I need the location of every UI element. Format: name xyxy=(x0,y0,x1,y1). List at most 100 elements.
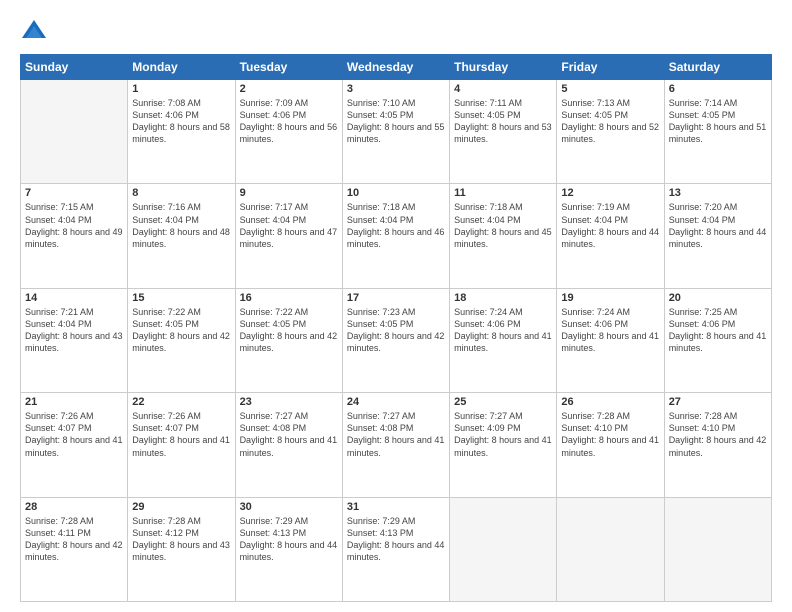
day-header-wednesday: Wednesday xyxy=(342,55,449,80)
day-number: 27 xyxy=(669,396,767,408)
day-number: 8 xyxy=(132,187,230,199)
calendar-cell: 6Sunrise: 7:14 AMSunset: 4:05 PMDaylight… xyxy=(664,80,771,184)
week-row-2: 14 Sunrise: 7:21 AMSunset: 4:04 PMDayligh… xyxy=(21,288,772,392)
calendar-cell: 4 Sunrise: 7:11 AMSunset: 4:05 PMDaylight… xyxy=(450,80,557,184)
cell-info: Sunrise: 7:26 AMSunset: 4:07 PMDaylight:… xyxy=(25,410,123,459)
cell-info: Sunrise: 7:15 AMSunset: 4:04 PMDaylight:… xyxy=(25,201,123,250)
calendar-cell: 1 Sunrise: 7:08 AMSunset: 4:06 PMDaylight… xyxy=(128,80,235,184)
calendar-cell: 15 Sunrise: 7:22 AMSunset: 4:05 PMDayligh… xyxy=(128,288,235,392)
cell-info: Sunrise: 7:27 AMSunset: 4:08 PMDaylight:… xyxy=(347,410,445,459)
calendar-cell: 28 Sunrise: 7:28 AMSunset: 4:11 PMDayligh… xyxy=(21,497,128,601)
calendar-cell xyxy=(21,80,128,184)
cell-info: Sunrise: 7:27 AMSunset: 4:09 PMDaylight:… xyxy=(454,410,552,459)
day-number: 19 xyxy=(561,292,659,304)
day-number: 4 xyxy=(454,83,552,95)
calendar-cell: 23 Sunrise: 7:27 AMSunset: 4:08 PMDayligh… xyxy=(235,393,342,497)
day-number: 10 xyxy=(347,187,445,199)
cell-info: Sunrise: 7:27 AMSunset: 4:08 PMDaylight:… xyxy=(240,410,338,459)
calendar-cell: 16 Sunrise: 7:22 AMSunset: 4:05 PMDayligh… xyxy=(235,288,342,392)
cell-info: Sunrise: 7:18 AMSunset: 4:04 PMDaylight:… xyxy=(454,201,552,250)
calendar-cell: 12 Sunrise: 7:19 AMSunset: 4:04 PMDayligh… xyxy=(557,184,664,288)
calendar-cell: 29Sunrise: 7:28 AMSunset: 4:12 PMDayligh… xyxy=(128,497,235,601)
day-number: 12 xyxy=(561,187,659,199)
calendar-cell: 18 Sunrise: 7:24 AMSunset: 4:06 PMDayligh… xyxy=(450,288,557,392)
calendar-cell: 31 Sunrise: 7:29 AMSunset: 4:13 PMDayligh… xyxy=(342,497,449,601)
cell-info: Sunrise: 7:08 AMSunset: 4:06 PMDaylight:… xyxy=(132,97,230,146)
cell-info: Sunrise: 7:24 AMSunset: 4:06 PMDaylight:… xyxy=(561,306,659,355)
calendar-cell: 2Sunrise: 7:09 AMSunset: 4:06 PMDaylight… xyxy=(235,80,342,184)
calendar-cell: 22 Sunrise: 7:26 AMSunset: 4:07 PMDayligh… xyxy=(128,393,235,497)
day-number: 29 xyxy=(132,501,230,513)
day-number: 11 xyxy=(454,187,552,199)
cell-info: Sunrise: 7:19 AMSunset: 4:04 PMDaylight:… xyxy=(561,201,659,250)
day-number: 20 xyxy=(669,292,767,304)
day-number: 13 xyxy=(669,187,767,199)
cell-info: Sunrise: 7:28 AMSunset: 4:11 PMDaylight:… xyxy=(25,515,123,564)
day-number: 22 xyxy=(132,396,230,408)
page: SundayMondayTuesdayWednesdayThursdayFrid… xyxy=(0,0,792,612)
day-number: 3 xyxy=(347,83,445,95)
calendar-cell: 25 Sunrise: 7:27 AMSunset: 4:09 PMDayligh… xyxy=(450,393,557,497)
calendar-cell: 5Sunrise: 7:13 AMSunset: 4:05 PMDaylight… xyxy=(557,80,664,184)
calendar-cell: 26 Sunrise: 7:28 AMSunset: 4:10 PMDayligh… xyxy=(557,393,664,497)
calendar-cell: 21 Sunrise: 7:26 AMSunset: 4:07 PMDayligh… xyxy=(21,393,128,497)
day-header-friday: Friday xyxy=(557,55,664,80)
day-header-sunday: Sunday xyxy=(21,55,128,80)
cell-info: Sunrise: 7:18 AMSunset: 4:04 PMDaylight:… xyxy=(347,201,445,250)
cell-info: Sunrise: 7:21 AMSunset: 4:04 PMDaylight:… xyxy=(25,306,123,355)
header-row: SundayMondayTuesdayWednesdayThursdayFrid… xyxy=(21,55,772,80)
day-number: 7 xyxy=(25,187,123,199)
day-number: 14 xyxy=(25,292,123,304)
cell-info: Sunrise: 7:29 AMSunset: 4:13 PMDaylight:… xyxy=(347,515,445,564)
calendar-header: SundayMondayTuesdayWednesdayThursdayFrid… xyxy=(21,55,772,80)
logo xyxy=(20,18,52,46)
cell-info: Sunrise: 7:16 AMSunset: 4:04 PMDaylight:… xyxy=(132,201,230,250)
day-number: 9 xyxy=(240,187,338,199)
day-number: 28 xyxy=(25,501,123,513)
cell-info: Sunrise: 7:20 AMSunset: 4:04 PMDaylight:… xyxy=(669,201,767,250)
cell-info: Sunrise: 7:24 AMSunset: 4:06 PMDaylight:… xyxy=(454,306,552,355)
day-number: 30 xyxy=(240,501,338,513)
week-row-3: 21 Sunrise: 7:26 AMSunset: 4:07 PMDayligh… xyxy=(21,393,772,497)
calendar-cell xyxy=(557,497,664,601)
cell-info: Sunrise: 7:22 AMSunset: 4:05 PMDaylight:… xyxy=(132,306,230,355)
calendar-cell xyxy=(664,497,771,601)
cell-info: Sunrise: 7:11 AMSunset: 4:05 PMDaylight:… xyxy=(454,97,552,146)
header xyxy=(20,18,772,46)
calendar-cell: 13 Sunrise: 7:20 AMSunset: 4:04 PMDayligh… xyxy=(664,184,771,288)
day-number: 26 xyxy=(561,396,659,408)
cell-info: Sunrise: 7:29 AMSunset: 4:13 PMDaylight:… xyxy=(240,515,338,564)
cell-info: Sunrise: 7:13 AMSunset: 4:05 PMDaylight:… xyxy=(561,97,659,146)
calendar-cell: 11 Sunrise: 7:18 AMSunset: 4:04 PMDayligh… xyxy=(450,184,557,288)
cell-info: Sunrise: 7:22 AMSunset: 4:05 PMDaylight:… xyxy=(240,306,338,355)
day-number: 16 xyxy=(240,292,338,304)
cell-info: Sunrise: 7:14 AMSunset: 4:05 PMDaylight:… xyxy=(669,97,767,146)
calendar-cell: 10 Sunrise: 7:18 AMSunset: 4:04 PMDayligh… xyxy=(342,184,449,288)
day-header-tuesday: Tuesday xyxy=(235,55,342,80)
logo-icon xyxy=(20,18,48,46)
calendar-cell: 24Sunrise: 7:27 AMSunset: 4:08 PMDayligh… xyxy=(342,393,449,497)
day-number: 31 xyxy=(347,501,445,513)
cell-info: Sunrise: 7:17 AMSunset: 4:04 PMDaylight:… xyxy=(240,201,338,250)
cell-info: Sunrise: 7:28 AMSunset: 4:10 PMDaylight:… xyxy=(561,410,659,459)
calendar-cell xyxy=(450,497,557,601)
day-header-monday: Monday xyxy=(128,55,235,80)
calendar-body: 1 Sunrise: 7:08 AMSunset: 4:06 PMDaylight… xyxy=(21,80,772,602)
day-header-saturday: Saturday xyxy=(664,55,771,80)
day-number: 21 xyxy=(25,396,123,408)
day-number: 1 xyxy=(132,83,230,95)
week-row-0: 1 Sunrise: 7:08 AMSunset: 4:06 PMDaylight… xyxy=(21,80,772,184)
day-number: 18 xyxy=(454,292,552,304)
day-number: 25 xyxy=(454,396,552,408)
day-number: 15 xyxy=(132,292,230,304)
cell-info: Sunrise: 7:26 AMSunset: 4:07 PMDaylight:… xyxy=(132,410,230,459)
cell-info: Sunrise: 7:10 AMSunset: 4:05 PMDaylight:… xyxy=(347,97,445,146)
calendar-cell: 8 Sunrise: 7:16 AMSunset: 4:04 PMDaylight… xyxy=(128,184,235,288)
week-row-4: 28 Sunrise: 7:28 AMSunset: 4:11 PMDayligh… xyxy=(21,497,772,601)
calendar-cell: 19 Sunrise: 7:24 AMSunset: 4:06 PMDayligh… xyxy=(557,288,664,392)
calendar-cell: 3 Sunrise: 7:10 AMSunset: 4:05 PMDaylight… xyxy=(342,80,449,184)
calendar-table: SundayMondayTuesdayWednesdayThursdayFrid… xyxy=(20,54,772,602)
calendar-cell: 17Sunrise: 7:23 AMSunset: 4:05 PMDayligh… xyxy=(342,288,449,392)
day-number: 2 xyxy=(240,83,338,95)
day-number: 23 xyxy=(240,396,338,408)
